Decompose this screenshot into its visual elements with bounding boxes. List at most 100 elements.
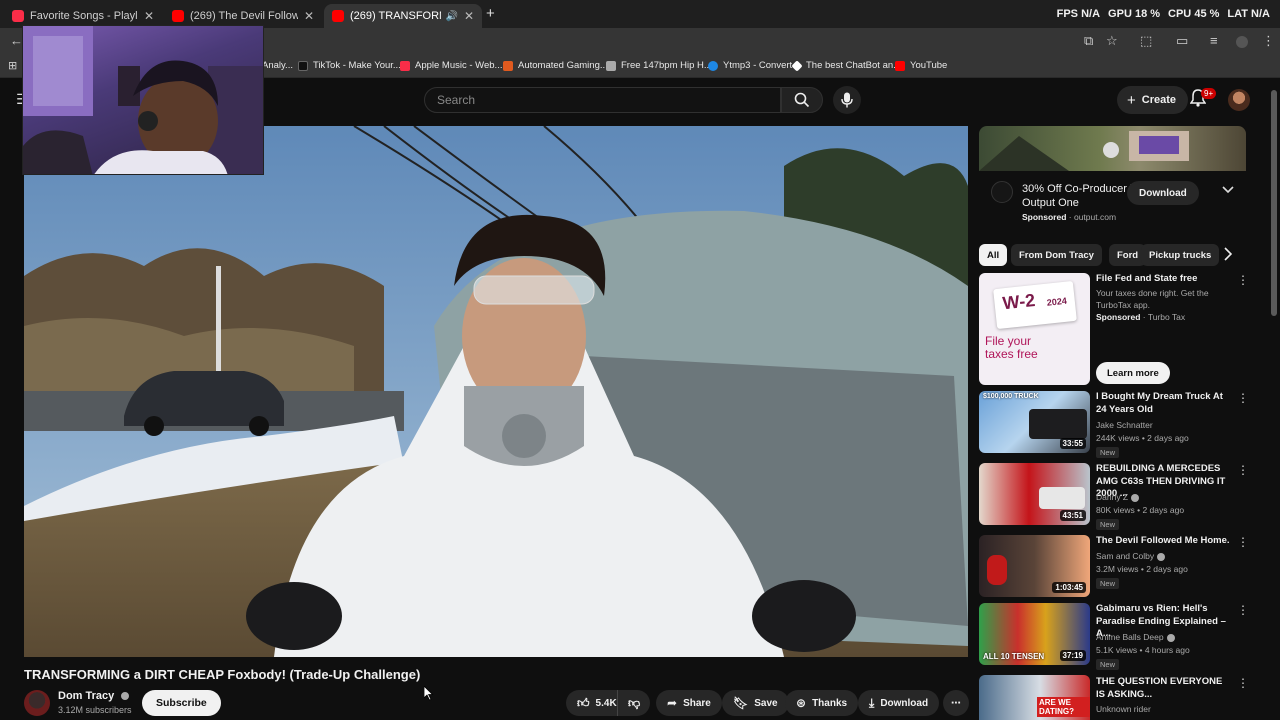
search-placeholder: Search [437, 93, 476, 107]
thumbs-down-icon: 👎︎ [628, 695, 641, 710]
bookmark-item[interactable]: Free 147bpm Hip H... [606, 60, 712, 71]
more-vertical-icon[interactable]: ⋮ [1237, 536, 1249, 548]
tab-title: (269) TRANSFORMING a DI [350, 10, 441, 22]
recommended-video[interactable]: ARE WE DATING? THE QUESTION EVERYONE IS … [979, 675, 1249, 720]
video-player[interactable] [24, 126, 968, 657]
more-vertical-icon[interactable]: ⋮ [1237, 274, 1249, 286]
recommended-video[interactable]: ALL 10 TENSEN 37:19 Gabimaru vs Rien: He… [979, 603, 1249, 670]
ad-download-button[interactable]: Download [1127, 181, 1199, 205]
create-label: Create [1141, 94, 1177, 106]
w2-heading: W-2 [1001, 290, 1037, 314]
more-vertical-icon[interactable]: ⋮ [1237, 677, 1249, 689]
channel-name[interactable]: Dom Tracy [58, 690, 130, 702]
truck-graphic [1029, 409, 1087, 439]
video-thumbnail[interactable]: 1:03:45 [979, 535, 1090, 597]
extensions-icon[interactable]: ⬚ [1140, 33, 1152, 49]
new-badge: New [1096, 578, 1120, 589]
close-icon[interactable]: ✕ [138, 9, 154, 23]
new-tab-button[interactable]: + [486, 5, 495, 22]
chevron-down-icon[interactable] [1222, 186, 1234, 194]
channel-name-text: Dom Tracy [58, 690, 115, 702]
sponsored-label: Sponsored [1022, 212, 1067, 222]
sidebar-icon[interactable]: ▭ [1176, 33, 1188, 49]
account-avatar[interactable] [1228, 89, 1250, 111]
video-stats: 5.1K views • 4 hours ago [1096, 645, 1190, 655]
upload-age: 2 days ago [1142, 505, 1185, 515]
search-input[interactable]: Search [424, 87, 781, 113]
chip-pickup-trucks[interactable]: Pickup trucks [1141, 244, 1220, 266]
bookmark-item[interactable]: Apple Music - Web... [400, 60, 502, 71]
chip-all[interactable]: All [979, 244, 1008, 266]
channel-avatar[interactable] [24, 690, 50, 716]
video-channel[interactable]: Anime Balls Deep [1096, 631, 1175, 644]
youtube-icon [895, 60, 905, 71]
apps-grid-icon[interactable]: ⊞ [8, 59, 17, 72]
cast-icon[interactable]: ⧉ [1084, 33, 1093, 49]
bookmark-item[interactable]: Analy... [262, 60, 293, 71]
ad2-description: Your taxes done right. Get the TurboTax … [1096, 288, 1209, 310]
more-vertical-icon[interactable]: ⋮ [1237, 604, 1249, 616]
w2-form-graphic: W-2 2024 [993, 280, 1077, 330]
tab-transforming[interactable]: (269) TRANSFORMING a DI 🔊 ✕ [324, 4, 482, 28]
page-scrollbar-thumb[interactable] [1271, 90, 1277, 316]
view-count: 5.1K views [1096, 645, 1138, 655]
verified-badge-icon [1166, 633, 1175, 642]
kebab-menu-icon[interactable]: ⋮ [1262, 33, 1275, 49]
thanks-label: Thanks [812, 697, 848, 709]
media-control-icon[interactable]: ≡ [1210, 33, 1218, 48]
video-thumbnail[interactable]: ALL 10 TENSEN 37:19 [979, 603, 1090, 665]
create-button[interactable]: + Create [1117, 86, 1189, 114]
more-actions-button[interactable]: ⋯ [943, 690, 969, 716]
star-icon[interactable]: ☆ [1106, 33, 1118, 49]
bookmark-label: Free 147bpm Hip H... [621, 60, 712, 71]
thanks-button[interactable]: ⊛ Thanks [785, 690, 859, 716]
video-stats: 3.2M views • 2 days ago [1096, 564, 1188, 574]
bookmark-favicon-icon [503, 60, 513, 71]
subscriber-count: 3.12M subscribers [58, 705, 132, 715]
video-channel[interactable]: Danny Z [1096, 491, 1140, 504]
more-vertical-icon[interactable]: ⋮ [1237, 392, 1249, 404]
recommended-video[interactable]: 43:51 REBUILDING A MERCEDES AMG C63s THE… [979, 463, 1249, 530]
recommended-video[interactable]: 1:03:45 The Devil Followed Me Home. Sam … [979, 535, 1249, 599]
video-channel[interactable]: Sam and Colby [1096, 550, 1166, 563]
bookmark-item[interactable]: YouTube [895, 60, 947, 71]
profile-icon[interactable] [1236, 36, 1248, 48]
chip-from-dom-tracy[interactable]: From Dom Tracy [1011, 244, 1102, 266]
voice-search-button[interactable] [833, 86, 861, 114]
ad2-title: File Fed and State free [1096, 273, 1198, 284]
bookmark-item[interactable]: The best ChatBot an... [791, 59, 901, 72]
sponsored-video-card[interactable]: W-2 2024 File your taxes free File Fed a… [979, 273, 1249, 385]
ad-title: 30% Off Co-Producer in Output One [1022, 183, 1139, 209]
w2-year: 2024 [1046, 295, 1068, 308]
video-thumbnail[interactable]: ARE WE DATING? [979, 675, 1090, 720]
ad-thumbnail[interactable]: W-2 2024 File your taxes free [979, 273, 1090, 385]
video-channel[interactable]: Unknown rider [1096, 703, 1151, 716]
ad-banner-image[interactable] [979, 126, 1246, 171]
chevron-right-icon[interactable] [1224, 247, 1232, 261]
bookmark-item[interactable]: Automated Gaming... [503, 60, 608, 71]
bookmark-item[interactable]: TikTok - Make Your... [298, 60, 401, 71]
bookmark-label: Apple Music - Web... [415, 60, 503, 71]
download-button[interactable]: ⤓ Download [858, 690, 940, 716]
bookmark-item[interactable]: Ytmp3 - Convert [708, 60, 792, 71]
new-badge: New [1096, 447, 1120, 458]
search-button[interactable] [781, 87, 823, 113]
close-icon[interactable]: ✕ [458, 9, 474, 23]
dislike-button[interactable]: 👎︎ [617, 690, 651, 716]
share-button[interactable]: ➦ Share [656, 690, 722, 716]
learn-more-button[interactable]: Learn more [1096, 362, 1170, 384]
speaker-icon[interactable]: 🔊 [445, 11, 457, 22]
save-label: Save [754, 697, 778, 709]
video-thumbnail[interactable]: 43:51 [979, 463, 1090, 525]
recommended-video[interactable]: $100,000 TRUCK 33:55 I Bought My Dream T… [979, 391, 1249, 458]
share-label: Share [683, 697, 711, 709]
subscribe-button[interactable]: Subscribe [142, 690, 221, 716]
new-badge: New [1096, 659, 1120, 670]
ad-card[interactable]: 30% Off Co-Producer in Output One Sponso… [979, 171, 1246, 229]
close-icon[interactable]: ✕ [298, 9, 314, 23]
video-channel[interactable]: Jake Schnatter [1096, 419, 1153, 432]
video-duration: 37:19 [1059, 650, 1086, 661]
more-vertical-icon[interactable]: ⋮ [1237, 464, 1249, 476]
save-button[interactable]: 🔖︎ Save [722, 690, 789, 716]
video-thumbnail[interactable]: $100,000 TRUCK 33:55 [979, 391, 1090, 453]
